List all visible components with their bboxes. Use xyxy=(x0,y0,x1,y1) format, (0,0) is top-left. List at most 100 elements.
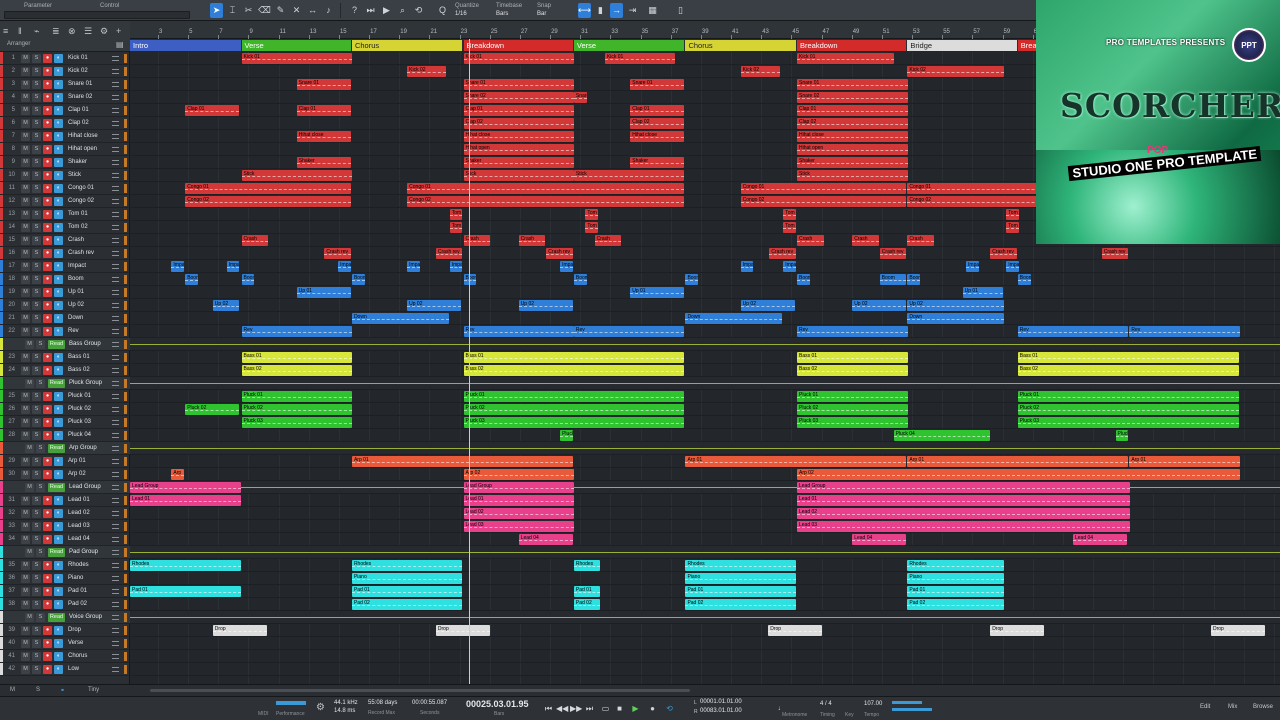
event-clip[interactable]: Impa xyxy=(171,261,185,272)
horizontal-scrollbar[interactable] xyxy=(150,689,690,692)
playhead[interactable] xyxy=(469,39,470,684)
hamburger-icon[interactable]: ≣ xyxy=(52,26,60,37)
folder-track[interactable]: M S Read Pluck Group xyxy=(0,377,130,390)
event-clip[interactable]: Up 02 xyxy=(907,300,1005,311)
track-name[interactable]: Chorus xyxy=(68,653,87,659)
event-clip[interactable]: Lead Group xyxy=(130,482,241,493)
solo-button[interactable]: S xyxy=(32,145,41,154)
track-menu-icon[interactable] xyxy=(112,355,119,360)
event-clip[interactable]: Congo 01 xyxy=(185,183,351,194)
arranger-section-intro[interactable]: Intro xyxy=(130,40,241,51)
forward-icon[interactable]: ▶▶ xyxy=(570,703,582,714)
monitor-icon[interactable]: ◐ xyxy=(54,197,63,206)
event-clip[interactable]: Pluck 03 xyxy=(463,417,685,428)
event-clip[interactable]: Boom xyxy=(797,274,810,285)
monitor-icon[interactable]: ◐ xyxy=(54,405,63,414)
event-clip[interactable]: Clap 02 xyxy=(463,118,575,129)
list-icon[interactable]: ☰ xyxy=(84,26,92,37)
track-menu-icon[interactable] xyxy=(112,186,119,191)
event-clip[interactable]: Pluck 03 xyxy=(797,417,908,428)
mute-button[interactable]: M xyxy=(21,288,30,297)
track-header[interactable]: 17 M S ● ◐ Impact xyxy=(0,260,130,273)
automation-read-button[interactable]: Read xyxy=(48,548,65,557)
snap-value[interactable]: Bar xyxy=(537,11,546,18)
track-menu-icon[interactable] xyxy=(112,433,119,438)
event-clip[interactable]: Kick 02 xyxy=(407,66,447,77)
browse-button[interactable]: Browse xyxy=(1253,704,1273,710)
track-header[interactable]: 40 M S ● ◐ Verse xyxy=(0,637,130,650)
automation-line[interactable] xyxy=(130,448,1280,449)
monitor-icon[interactable]: ◐ xyxy=(54,158,63,167)
automation-read-button[interactable]: Read xyxy=(48,613,65,622)
quantize-value[interactable]: 1/16 xyxy=(455,11,467,18)
event-clip[interactable]: Up 02 xyxy=(740,300,795,311)
size-label[interactable]: Tiny xyxy=(88,687,99,693)
track-name[interactable]: Lead 01 xyxy=(68,497,90,503)
record-arm-icon[interactable]: ● xyxy=(43,652,52,661)
mute-button[interactable]: M xyxy=(21,496,30,505)
event-clip[interactable]: Snare xyxy=(573,92,587,103)
record-arm-icon[interactable]: ● xyxy=(43,93,52,102)
event-clip[interactable]: Up 02 xyxy=(518,300,573,311)
loop-end[interactable]: 00083.01.01.00 xyxy=(700,708,742,714)
time-bars[interactable]: 00025.03.01.95 xyxy=(466,699,529,709)
track-menu-icon[interactable] xyxy=(112,511,119,516)
arranger-menu-icon[interactable]: ▤ xyxy=(116,40,124,49)
mute-button[interactable]: M xyxy=(21,301,30,310)
solo-button[interactable]: S xyxy=(32,509,41,518)
mute-button[interactable]: M xyxy=(21,522,30,531)
folder-track[interactable]: M S Read Bass Group xyxy=(0,338,130,351)
event-clip[interactable]: Crash rev xyxy=(879,248,907,259)
event-clip[interactable]: Congo 02 xyxy=(185,196,351,207)
mute-button[interactable]: M xyxy=(21,535,30,544)
track-menu-icon[interactable] xyxy=(112,82,119,87)
mute-button[interactable]: M xyxy=(21,184,30,193)
track-lane[interactable] xyxy=(130,299,1280,312)
track-menu-icon[interactable] xyxy=(112,459,119,464)
track-header[interactable]: 24 M S ● ◐ Bass 02 xyxy=(0,364,130,377)
event-clip[interactable]: Crash xyxy=(463,235,491,246)
track-menu-icon[interactable] xyxy=(112,108,119,113)
monitor-icon[interactable]: ◐ xyxy=(54,288,63,297)
event-clip[interactable]: Congo 02 xyxy=(407,196,685,207)
track-menu-icon[interactable] xyxy=(112,147,119,152)
monitor-icon[interactable]: ◐ xyxy=(54,93,63,102)
solo-button[interactable]: S xyxy=(32,314,41,323)
track-name[interactable]: Lead 04 xyxy=(68,536,90,542)
event-clip[interactable]: Rev xyxy=(797,326,908,337)
add-track-icon[interactable]: + xyxy=(116,26,121,36)
monitor-icon[interactable]: ◐ xyxy=(54,431,63,440)
track-icon[interactable]: ▶ xyxy=(380,3,393,18)
mute-button[interactable]: M xyxy=(21,93,30,102)
mute-button[interactable]: M xyxy=(21,67,30,76)
automation-read-button[interactable]: Read xyxy=(48,379,65,388)
monitor-icon[interactable]: ◐ xyxy=(54,301,63,310)
monitor-icon[interactable]: ◐ xyxy=(54,262,63,271)
edit-button[interactable]: Edit xyxy=(1200,704,1210,710)
track-name[interactable]: Boom xyxy=(68,276,84,282)
solo-button[interactable]: S xyxy=(32,652,41,661)
record-arm-icon[interactable]: ● xyxy=(43,431,52,440)
track-name[interactable]: Pluck 01 xyxy=(68,393,91,399)
track-menu-icon[interactable] xyxy=(112,485,119,490)
arranger-section-bridge[interactable]: Bridge xyxy=(907,40,1017,51)
automation-line[interactable] xyxy=(130,383,1280,384)
event-clip[interactable]: Drop xyxy=(435,625,491,636)
event-clip[interactable]: Pluck 02 xyxy=(241,404,353,415)
track-header[interactable]: 15 M S ● ◐ Crash xyxy=(0,234,130,247)
solo-button[interactable]: S xyxy=(32,301,41,310)
track-header[interactable]: 26 M S ● ◐ Pluck 02 xyxy=(0,403,130,416)
mute-button[interactable]: M xyxy=(21,106,30,115)
monitor-icon[interactable]: ◐ xyxy=(54,171,63,180)
mute-button[interactable]: M xyxy=(21,275,30,284)
mute-button[interactable]: M xyxy=(21,405,30,414)
mute-button[interactable]: M xyxy=(21,587,30,596)
track-menu-icon[interactable] xyxy=(112,368,119,373)
event-clip[interactable]: Boom xyxy=(685,274,699,285)
event-clip[interactable]: Arp xyxy=(171,469,185,480)
monitor-icon[interactable]: ◐ xyxy=(54,509,63,518)
mute-button[interactable]: M xyxy=(21,626,30,635)
event-clip[interactable]: Drop xyxy=(768,625,823,636)
record-arm-icon[interactable]: ● xyxy=(43,158,52,167)
track-menu-icon[interactable] xyxy=(112,69,119,74)
